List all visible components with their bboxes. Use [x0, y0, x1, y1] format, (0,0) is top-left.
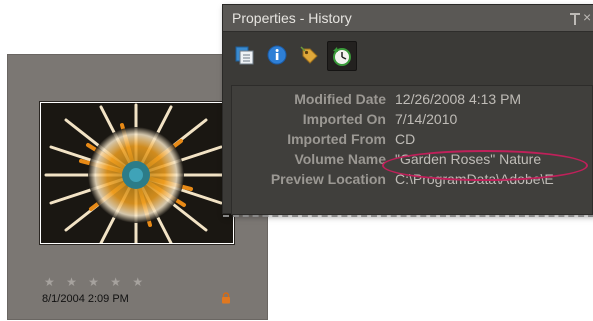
close-icon[interactable]: × — [583, 9, 591, 25]
imported-from-label: Imported From — [287, 131, 386, 147]
tag-icon — [300, 46, 318, 64]
modified-date-row: Modified Date 12/26/2008 4:13 PM — [232, 91, 592, 111]
padlock-icon — [222, 292, 230, 304]
properties-panel: Properties - History × Modified Date 12/… — [222, 4, 593, 217]
panel-title-bar[interactable]: Properties - History × — [223, 5, 593, 32]
modified-date-value: 12/26/2008 4:13 PM — [395, 91, 522, 107]
modified-date-label: Modified Date — [294, 91, 386, 107]
general-tab[interactable] — [231, 41, 259, 69]
document-icon — [235, 46, 254, 65]
history-tab[interactable] — [327, 41, 357, 71]
thumbnail-date: 8/1/2004 2:09 PM — [42, 293, 129, 305]
keywords-tab[interactable] — [295, 41, 323, 69]
imported-from-row: Imported From CD — [232, 131, 592, 151]
rating-stars[interactable]: ★ ★ ★ ★ ★ — [44, 275, 147, 289]
volume-name-highlight — [382, 150, 588, 181]
panel-title: Properties - History — [232, 10, 352, 26]
imported-on-label: Imported On — [302, 111, 386, 127]
flower-photo[interactable] — [40, 102, 234, 244]
imported-on-value: 7/14/2010 — [395, 111, 458, 127]
pin-icon[interactable] — [569, 12, 581, 26]
imported-on-row: Imported On 7/14/2010 — [232, 111, 592, 131]
history-properties: Modified Date 12/26/2008 4:13 PM Importe… — [231, 85, 593, 215]
history-clock-icon — [333, 47, 351, 66]
volume-name-label: Volume Name — [294, 151, 386, 167]
imported-from-value: CD — [395, 131, 416, 147]
preview-location-label: Preview Location — [270, 171, 386, 187]
info-icon — [267, 45, 287, 65]
metadata-tab[interactable] — [263, 41, 291, 69]
